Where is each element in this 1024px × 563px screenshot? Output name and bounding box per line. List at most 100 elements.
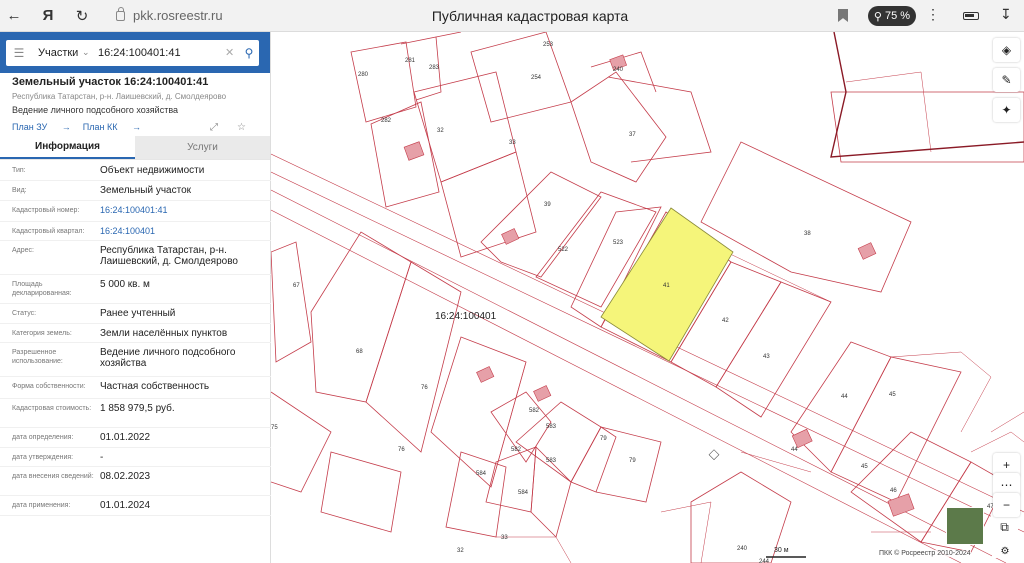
property-label: Адрес:: [12, 247, 34, 254]
ruler-icon[interactable]: ✎: [993, 68, 1020, 92]
parcel-number-label: 282: [381, 118, 392, 124]
zoom-level: 75 %: [884, 10, 911, 22]
property-label: дата утверждения:: [12, 454, 74, 461]
parcel-number-label: 280: [358, 72, 369, 78]
property-value: Ведение личного подсобного хозяйства: [100, 347, 236, 369]
property-value[interactable]: 16:24:100401:41: [100, 205, 265, 216]
battery-icon: [963, 12, 979, 20]
parcel-number-label: 281: [405, 58, 416, 64]
property-row: дата определения: 01.01.2022: [0, 428, 271, 448]
page-title: Публичная кадастровая карта: [431, 7, 629, 24]
search-icon[interactable]: ⚲: [239, 46, 259, 60]
property-row: дата внесения сведений: 08.02.2023: [0, 467, 271, 496]
reload-icon[interactable]: ↻: [68, 0, 96, 32]
property-value: Объект недвижимости: [100, 165, 205, 176]
yandex-logo-icon[interactable]: Я: [34, 0, 62, 32]
property-label: дата применения:: [12, 502, 71, 509]
info-sidebar: ☰ Участки ⌄ 16:24:100401:41 ✕ ⚲ Земельны…: [0, 32, 271, 563]
search-input[interactable]: 16:24:100401:41: [96, 47, 225, 59]
parcel-number-label: 583: [546, 424, 557, 430]
parcel-number-label: 32: [457, 548, 464, 554]
object-usage: Ведение личного подсобного хозяйства: [12, 105, 179, 115]
property-value: Земли населённых пунктов: [100, 328, 228, 339]
tab-information[interactable]: Информация: [0, 136, 135, 159]
fullscreen-icon[interactable]: ⧉: [991, 516, 1018, 538]
property-row: Кадастровый квартал: 16:24:100401: [0, 222, 271, 241]
property-label: Кадастровая стоимость:: [12, 405, 92, 412]
zoom-out-icon[interactable]: −: [993, 493, 1020, 517]
download-icon[interactable]: ↧: [1000, 6, 1012, 23]
chevron-down-icon[interactable]: ⌄: [82, 47, 96, 58]
parcel-number-label: 79: [600, 436, 607, 442]
parcel-number-label: 522: [558, 247, 569, 253]
close-icon[interactable]: ✕: [225, 46, 239, 59]
parcel-number-label: 44: [791, 447, 798, 453]
property-row: Вид: Земельный участок: [0, 181, 271, 201]
address-bar[interactable]: pkk.rosreestr.ru: [116, 6, 223, 23]
object-address: Республика Татарстан, р-н. Лаишевский, д…: [12, 92, 227, 101]
plan-zu-link[interactable]: План ЗУ →: [12, 122, 71, 132]
tab-bar: Информация Услуги: [0, 136, 270, 160]
plan-links: План ЗУ → План КК → ⤢ ☆: [12, 119, 258, 135]
parcel-number-label: 76: [398, 447, 405, 453]
scale-label: 30 м: [774, 547, 789, 554]
parcel-number-label: 244: [759, 559, 770, 563]
property-value: Республика Татарстан, р-н. Лаишевский, д…: [100, 245, 238, 267]
locate-icon[interactable]: ✦: [993, 98, 1020, 122]
property-row: дата утверждения: -: [0, 448, 271, 467]
property-value: Земельный участок: [100, 185, 192, 196]
plan-kk-link[interactable]: План КК →: [83, 122, 141, 132]
parcel-number-label: 79: [629, 458, 636, 464]
parcel-number-label: 583: [546, 458, 557, 464]
parcel-number-label: 37: [629, 132, 636, 138]
browser-toolbar: ← Я ↻ pkk.rosreestr.ru Публичная кадастр…: [0, 0, 1024, 32]
star-icon[interactable]: ☆: [237, 122, 246, 133]
property-row: Разрешенное использование: Ведение личног…: [0, 343, 271, 377]
zoom-indicator[interactable]: ⚲ 75 %: [868, 6, 916, 26]
property-label: Кадастровый квартал:: [12, 228, 85, 235]
copyright-text: ПКК © Росреестр 2010-2024: [879, 550, 971, 557]
hamburger-icon[interactable]: ☰: [6, 46, 32, 60]
parcel-number-label: 41: [663, 283, 670, 289]
cadastral-map[interactable]: 280 281 283 253 254 282 240 32 33 37 39 522 523 41 42 4…: [271, 32, 1024, 563]
parcel-number-label: 584: [518, 490, 529, 496]
property-label: Статус:: [12, 310, 37, 317]
parcel-number-label: 240: [613, 67, 624, 73]
property-row: Площадь декларированная: 5 000 кв. м: [0, 275, 271, 304]
url-text: pkk.rosreestr.ru: [133, 8, 223, 23]
parcel-number-label: 582: [511, 447, 522, 453]
parcel-number-label: 39: [544, 202, 551, 208]
parcel-number-label: 582: [529, 408, 540, 414]
bookmark-icon[interactable]: [838, 9, 848, 22]
map-canvas[interactable]: [271, 32, 1024, 563]
property-row: Статус: Ранее учтенный: [0, 304, 271, 324]
property-value: -: [100, 452, 104, 463]
dots-menu-icon[interactable]: ⋮: [926, 6, 940, 23]
property-value: 1 858 979,5 руб.: [100, 403, 175, 414]
parcel-number-label: 68: [356, 349, 363, 355]
property-value[interactable]: 16:24:100401: [100, 226, 265, 237]
parcel-number-label: 45: [861, 464, 868, 470]
property-label: Кадастровый номер:: [12, 207, 80, 214]
category-select[interactable]: Участки: [32, 47, 82, 59]
back-icon[interactable]: ←: [0, 0, 28, 32]
property-value: 08.02.2023: [100, 471, 151, 482]
zoom-to-object-icon[interactable]: ⤢: [210, 122, 218, 133]
parcel-number-label: 584: [476, 471, 487, 477]
property-value: Ранее учтенный: [100, 308, 176, 319]
layers-icon[interactable]: ◈: [993, 38, 1020, 62]
parcel-number-label: 43: [763, 354, 770, 360]
gear-icon[interactable]: ⚙: [992, 544, 1018, 558]
property-row: Категория земель: Земли населённых пункто…: [0, 324, 271, 343]
property-label: Вид:: [12, 187, 27, 194]
property-value: Частная собственность: [100, 381, 210, 392]
parcel-number-label: 523: [613, 240, 624, 246]
minimap-thumbnail[interactable]: [946, 507, 984, 545]
plan-zu-label: План ЗУ: [12, 122, 48, 132]
tab-services[interactable]: Услуги: [135, 136, 270, 159]
property-label: Площадь декларированная:: [12, 281, 72, 297]
parcel-number-label: 283: [429, 65, 440, 71]
property-label: Тип:: [12, 167, 26, 174]
parcel-number-label: 67: [293, 283, 300, 289]
parcel-number-label: 75: [271, 425, 278, 431]
